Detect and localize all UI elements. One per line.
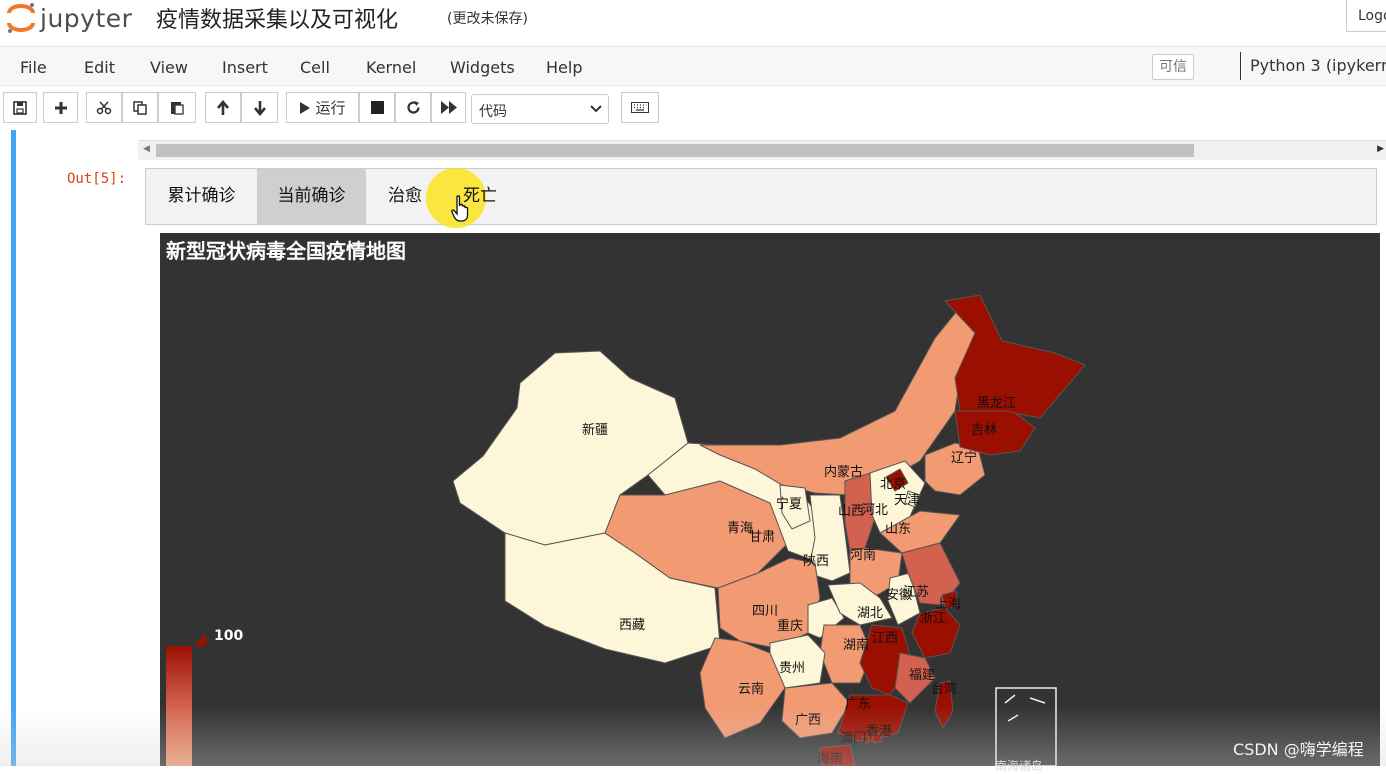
run-button[interactable]: 运行 [286,92,359,123]
cell-type-value: 代码 [479,104,507,120]
region-label: 辽宁 [951,451,978,466]
tab-cumulative-confirmed[interactable]: 累计确诊 [146,169,257,224]
hand-pointer-icon [451,195,469,222]
region-label: 内蒙古 [824,465,864,480]
chart-tab-bar: 累计确诊 当前确诊 治愈 [145,168,1377,225]
notebook-title[interactable]: 疫情数据采集以及可视化 [156,2,398,34]
paste-button[interactable] [158,92,196,123]
region-label: 广西 [795,713,822,728]
move-up-button[interactable] [205,92,241,123]
scroll-left-icon[interactable]: ◀ [143,144,150,154]
tab-current-confirmed[interactable]: 当前确诊 [257,169,366,224]
region-label: 贵州 [779,661,806,676]
region-label: 江苏 [903,585,930,600]
chevron-down-icon [590,105,602,113]
toolbar: 运行 [0,86,1386,130]
jupyter-logo[interactable]: jupyter [6,0,132,36]
arrow-up-icon [217,99,229,115]
region-label: 江西 [872,631,899,646]
logout-button[interactable]: Logout [1346,0,1386,32]
play-icon [300,101,311,114]
keyboard-icon [631,102,649,113]
jupyter-logo-text: jupyter [40,3,133,33]
map-title: 新型冠状病毒全国疫情地图 [166,239,406,263]
notebook-header: jupyter 疫情数据采集以及可视化 (更改未保存) Logout [0,0,1386,46]
plus-icon [54,101,67,114]
region-label: 广东 [845,697,872,712]
restart-icon [406,101,420,114]
insert-cell-button[interactable] [43,92,78,123]
move-down-button[interactable] [241,92,278,123]
copy-icon [133,100,147,115]
region-label: 黑龙江 [977,396,1017,411]
paste-icon [171,102,184,115]
save-icon [13,100,27,115]
cell-type-select[interactable]: 代码 [471,94,609,124]
menu-kernel[interactable]: Kernel [366,58,416,77]
menu-insert[interactable]: Insert [222,58,268,77]
menu-widgets[interactable]: Widgets [450,58,515,77]
region-label: 湖南 [843,638,870,653]
fast-forward-icon [440,101,457,114]
region-label: 宁夏 [776,497,803,512]
region-label: 香港 [866,724,893,739]
restart-button[interactable] [395,92,431,123]
selected-cell-indicator [11,130,16,766]
jupyter-logo-icon [7,3,35,33]
horizontal-scrollbar[interactable]: ◀ ▶ [138,140,1386,160]
trusted-indicator[interactable]: 可信 [1152,54,1194,80]
interrupt-button[interactable] [359,92,395,123]
region-label: 陕西 [803,554,830,569]
output-prompt: Out[5]: [67,171,127,187]
region-label: 甘肃 [749,530,776,545]
south-china-sea-inset [995,687,1057,766]
menu-file[interactable]: File [20,58,47,77]
arrow-down-icon [253,100,266,116]
restart-run-all-button[interactable] [431,92,466,123]
region-label: 西藏 [619,618,646,633]
kernel-indicator[interactable]: Python 3 (ipykernel) [1240,52,1386,80]
scrollbar-thumb[interactable] [156,144,1194,157]
map-canvas [166,294,1086,766]
menu-help[interactable]: Help [546,58,582,77]
menu-view[interactable]: View [150,58,188,77]
cut-button[interactable] [86,92,122,123]
menubar: File Edit View Insert Cell Kernel Widget… [0,46,1386,86]
csdn-watermark: CSDN @嗨学编程 [1233,740,1364,759]
menu-edit[interactable]: Edit [84,58,115,77]
china-epidemic-map: 新型冠状病毒全国疫情地图 100 [160,233,1380,766]
stop-icon [370,101,384,114]
region-label: 新疆 [582,423,609,438]
region-label: 山西 [838,504,865,519]
menu-cell[interactable]: Cell [300,58,330,77]
region-label: 台湾 [931,682,958,697]
region-label: 河北 [862,503,889,518]
run-button-label: 运行 [315,99,346,117]
scroll-right-icon[interactable]: ▶ [1377,144,1384,154]
region-label: 湖北 [857,606,884,621]
region-label: 四川 [752,604,779,619]
region-label: 重庆 [777,619,804,634]
region-label: 山东 [885,522,912,537]
command-palette-button[interactable] [621,92,659,123]
cut-icon [96,100,112,114]
region-label: 吉林 [971,423,998,438]
save-button[interactable] [3,92,37,123]
visual-map-max-label: 100 [214,628,244,644]
visual-map-legend[interactable] [166,633,206,766]
region-label: 海南 [817,752,844,767]
region-label: 浙江 [920,611,947,626]
region-label: 澳门 [840,731,867,746]
copy-button[interactable] [122,92,158,123]
region-label: 河南 [850,548,877,563]
save-status: (更改未保存) [447,11,528,27]
region-label: 天津 [894,493,921,508]
region-label: 云南 [738,682,765,697]
